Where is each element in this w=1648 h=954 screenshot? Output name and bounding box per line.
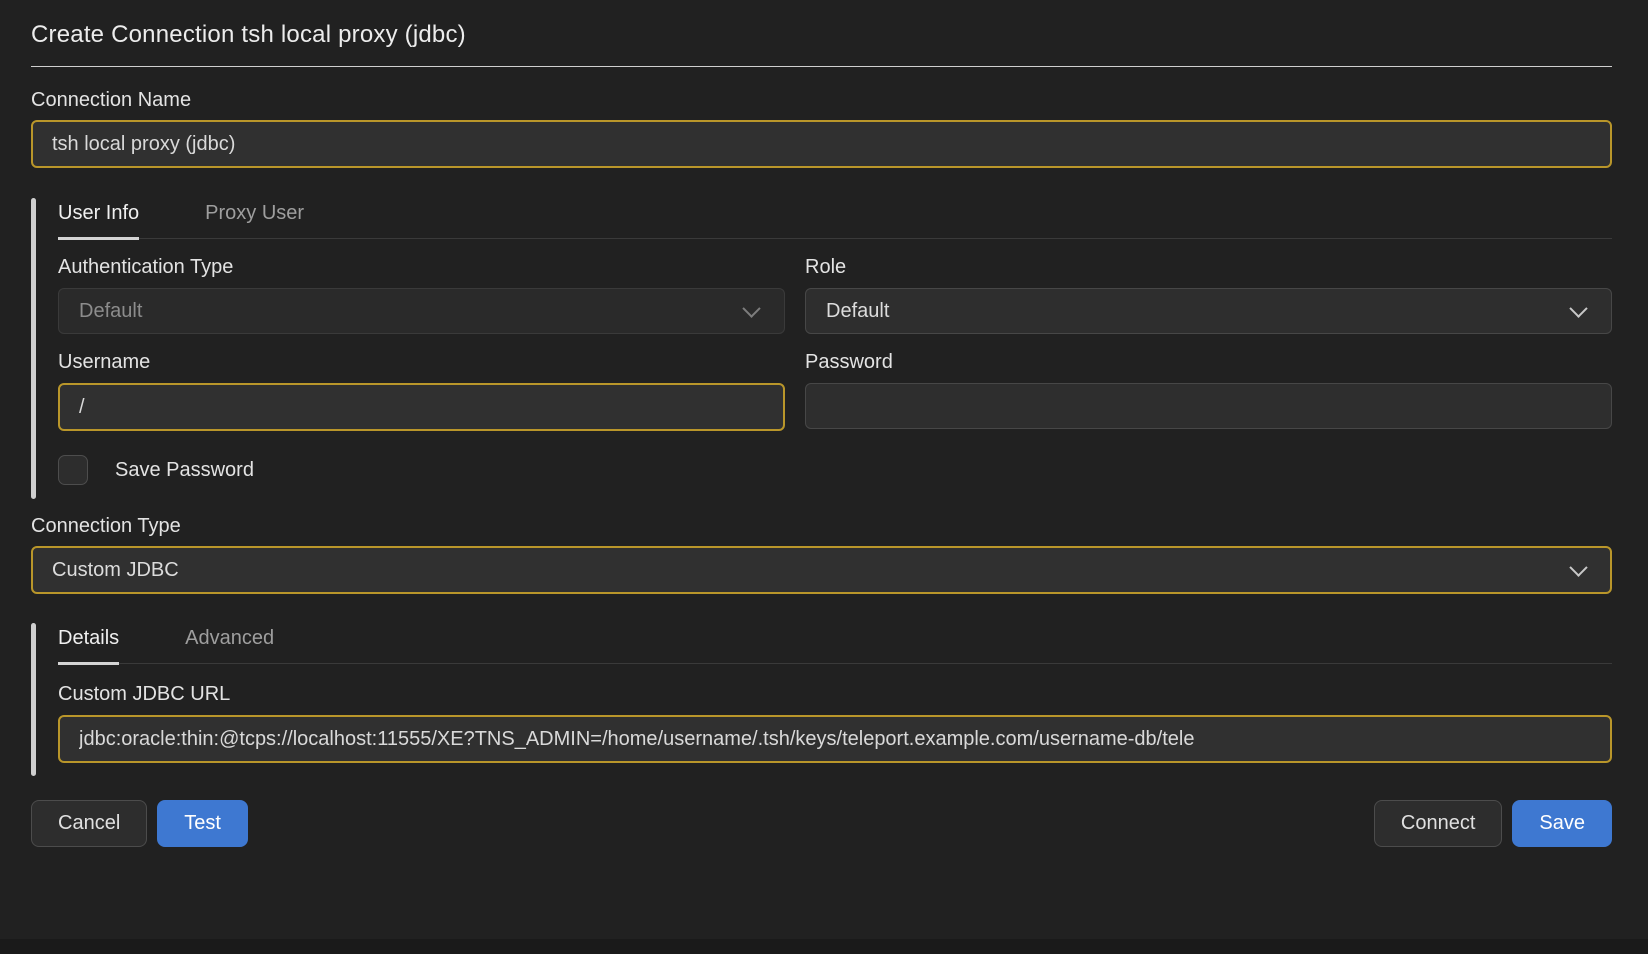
tab-user-info[interactable]: User Info [58, 198, 139, 240]
user-info-section: User Info Proxy User Authentication Type… [31, 198, 1612, 499]
dialog-title: Create Connection tsh local proxy (jdbc) [31, 20, 1612, 50]
role-select[interactable]: Default [805, 288, 1612, 334]
password-label: Password [805, 350, 1612, 374]
tab-proxy-user[interactable]: Proxy User [205, 198, 304, 240]
title-divider [31, 66, 1612, 67]
username-input[interactable] [58, 383, 785, 431]
role-label: Role [805, 255, 1612, 279]
auth-type-value: Default [79, 300, 142, 323]
connection-name-input[interactable] [31, 120, 1612, 168]
role-value: Default [826, 300, 889, 323]
chevron-down-icon [1569, 299, 1587, 317]
user-tabs: User Info Proxy User [58, 198, 1612, 239]
window-footer [0, 939, 1648, 954]
connection-name-label: Connection Name [31, 88, 1612, 112]
auth-type-label: Authentication Type [58, 255, 785, 279]
save-password-label: Save Password [115, 459, 254, 482]
tab-details[interactable]: Details [58, 623, 119, 665]
jdbc-url-input[interactable] [58, 715, 1612, 763]
username-label: Username [58, 350, 785, 374]
save-password-row: Save Password [58, 455, 1612, 485]
tab-advanced[interactable]: Advanced [185, 623, 274, 665]
chevron-down-icon [1569, 558, 1587, 576]
connection-type-select[interactable]: Custom JDBC [31, 546, 1612, 594]
section-accent-bar [31, 198, 36, 499]
section-accent-bar [31, 623, 36, 776]
test-button[interactable]: Test [157, 800, 248, 847]
details-section: Details Advanced Custom JDBC URL [31, 623, 1612, 776]
save-button[interactable]: Save [1512, 800, 1612, 847]
details-tabs: Details Advanced [58, 623, 1612, 664]
chevron-down-icon [742, 299, 760, 317]
jdbc-url-label: Custom JDBC URL [58, 682, 1612, 706]
connection-type-label: Connection Type [31, 514, 1612, 538]
save-password-checkbox[interactable] [58, 455, 88, 485]
cancel-button[interactable]: Cancel [31, 800, 147, 847]
auth-type-select[interactable]: Default [58, 288, 785, 334]
create-connection-dialog: Create Connection tsh local proxy (jdbc)… [0, 0, 1648, 847]
password-input[interactable] [805, 383, 1612, 429]
dialog-actions: Cancel Test Connect Save [31, 800, 1612, 847]
connection-type-value: Custom JDBC [52, 559, 179, 582]
connect-button[interactable]: Connect [1374, 800, 1503, 847]
